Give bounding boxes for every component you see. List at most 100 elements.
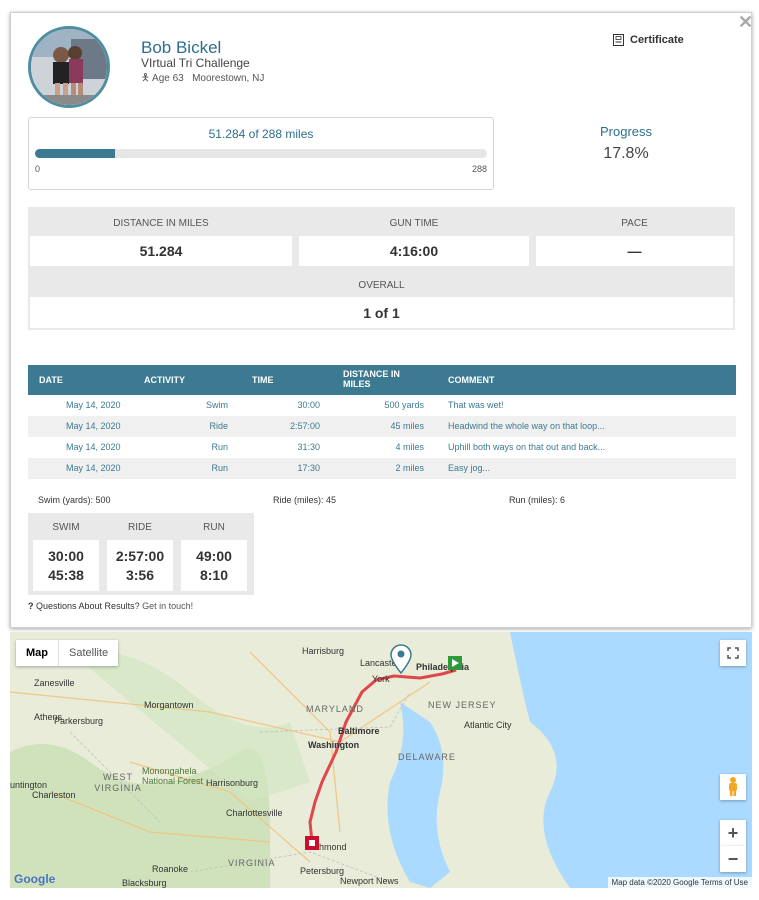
cell-distance: 500 yards <box>384 400 424 410</box>
cell-time: 31:30 <box>297 442 320 452</box>
guntime-header: GUN TIME <box>389 218 439 229</box>
zoom-in-button[interactable]: + <box>720 820 746 846</box>
city-roanoke: Roanoke <box>152 864 189 874</box>
col-distance: DISTANCE IN MILES <box>343 369 400 389</box>
map-view-button[interactable]: Map <box>16 640 58 666</box>
cell-time: 17:30 <box>297 463 320 473</box>
google-logo: Google <box>14 872 56 886</box>
question-text: Questions About Results? <box>36 601 140 611</box>
split-run-header: RUN <box>203 522 225 533</box>
results-card: ✕ Bob Bickel VIrtual Tri Challenge 🯅 Age… <box>10 12 753 628</box>
progress-label: 51.284 of 288 miles <box>208 127 314 141</box>
cell-distance: 4 miles <box>395 442 424 452</box>
split-swim-header: SWIM <box>52 522 80 533</box>
state-newjersey: NEW JERSEY <box>428 700 497 710</box>
certificate-button[interactable]: Certificate <box>613 34 684 46</box>
start-pin-icon[interactable] <box>390 644 412 679</box>
split-ride: 2:57:00 3:56 <box>107 540 173 591</box>
contact-link[interactable]: Get in touch! <box>142 601 193 611</box>
map-attribution[interactable]: Map data ©2020 Google Terms of Use <box>607 877 752 888</box>
city-blacksburg: Blacksburg <box>122 878 167 888</box>
cell-activity: Run <box>211 442 228 452</box>
fullscreen-icon[interactable] <box>720 640 746 666</box>
progress-percent: 17.8% <box>603 145 649 162</box>
stats-panel: DISTANCE IN MILES GUN TIME PACE 51.284 4… <box>28 207 735 330</box>
overall-header: OVERALL <box>358 280 405 291</box>
cell-activity: Swim <box>206 400 228 410</box>
avatar-photo <box>31 29 107 105</box>
state-maryland: MARYLAND <box>306 704 364 714</box>
progress-min: 0 <box>35 164 41 174</box>
start-flag-icon[interactable] <box>448 656 462 670</box>
ride-pace: 3:56 <box>125 567 155 583</box>
street-view-icon[interactable] <box>720 774 746 800</box>
progress-title: Progress <box>599 124 653 139</box>
table-header: DATE ACTIVITY TIME DISTANCE IN MILES COM… <box>28 365 736 395</box>
forest-label: Monongahela National Forest <box>142 766 204 786</box>
progress-box: 51.284 of 288 miles 0 288 <box>28 117 494 190</box>
activity-table: DATE ACTIVITY TIME DISTANCE IN MILES COM… <box>28 365 736 479</box>
ride-time: 2:57:00 <box>115 548 165 564</box>
cell-activity: Ride <box>209 421 228 431</box>
table-row: May 14, 2020 Run 17:30 2 miles Easy jog... <box>28 458 736 479</box>
progress-max: 288 <box>471 164 487 174</box>
zoom-out-button[interactable]: − <box>720 846 746 872</box>
city-york: York <box>372 674 390 684</box>
cell-distance: 2 miles <box>395 463 424 473</box>
cell-comment: That was wet! <box>448 400 504 410</box>
guntime-value: 4:16:00 <box>299 236 529 266</box>
cell-comment: Easy jog... <box>448 463 491 473</box>
distance-header: DISTANCE IN MILES <box>113 218 209 229</box>
cell-date: May 14, 2020 <box>66 421 121 431</box>
city-huntington: untington <box>10 780 48 790</box>
location-label: Moorestown, NJ <box>192 73 265 84</box>
table-row: May 14, 2020 Swim 30:00 500 yards That was w… <box>28 395 736 416</box>
athlete-meta: 🯅 Age 63 Moorestown, NJ <box>141 71 264 88</box>
avatar <box>28 26 110 108</box>
finish-marker-icon[interactable] <box>305 836 319 850</box>
col-time: TIME <box>252 375 274 385</box>
certificate-icon <box>613 34 624 46</box>
cell-activity: Run <box>211 463 228 473</box>
city-harrisburg: Harrisburg <box>302 646 345 656</box>
certificate-label: Certificate <box>630 34 684 46</box>
cell-time: 2:57:00 <box>289 421 320 431</box>
city-zanesville: Zanesville <box>34 678 75 688</box>
cell-time: 30:00 <box>297 400 320 410</box>
city-morgantown: Morgantown <box>144 700 194 710</box>
city-washington: Washington <box>308 740 360 750</box>
state-virginia: VIRGINIA <box>228 858 276 868</box>
run-time: 49:00 <box>196 548 232 564</box>
satellite-view-button[interactable]: Satellite <box>58 640 118 666</box>
cell-date: May 14, 2020 <box>66 442 121 452</box>
person-icon: 🯅 <box>141 73 150 84</box>
event-name: VIrtual Tri Challenge <box>141 56 250 70</box>
run-pace: 8:10 <box>199 567 229 583</box>
pace-value: — <box>536 236 733 266</box>
city-atlantic: Atlantic City <box>464 720 512 730</box>
state-westvirginia: WEST VIRGINIA <box>94 772 142 793</box>
col-activity: ACTIVITY <box>144 375 186 385</box>
age-label: Age 63 <box>152 73 184 84</box>
table-row: May 14, 2020 Run 31:30 4 miles Uphill both w… <box>28 437 736 458</box>
swim-time: 30:00 <box>48 548 84 564</box>
overall-value: 1 of 1 <box>30 297 733 328</box>
progress-fill <box>35 149 116 158</box>
question-icon: ? <box>28 601 34 611</box>
city-petersburg: Petersburg <box>300 866 345 876</box>
split-run: 49:00 8:10 <box>181 540 247 591</box>
athlete-name[interactable]: Bob Bickel <box>141 38 221 58</box>
split-panel: SWIM RIDE RUN 30:00 45:38 2:57:00 3:56 4… <box>28 513 254 595</box>
route-map[interactable]: MARYLAND NEW JERSEY DELAWARE WEST VIRGIN… <box>10 632 752 888</box>
questions-line: ? Questions About Results? Get in touch! <box>28 601 193 611</box>
state-delaware: DELAWARE <box>398 752 456 762</box>
swim-total: Swim (yards): 500 <box>38 495 111 505</box>
ride-total: Ride (miles): 45 <box>273 495 337 505</box>
city-athens: Athens <box>34 712 63 722</box>
close-icon[interactable]: ✕ <box>738 13 753 31</box>
city-charleston: Charleston <box>32 790 76 800</box>
swim-pace: 45:38 <box>48 567 84 583</box>
table-row: May 14, 2020 Ride 2:57:00 45 miles Headwind … <box>28 416 736 437</box>
progress-bar <box>35 149 487 158</box>
cell-date: May 14, 2020 <box>66 463 121 473</box>
